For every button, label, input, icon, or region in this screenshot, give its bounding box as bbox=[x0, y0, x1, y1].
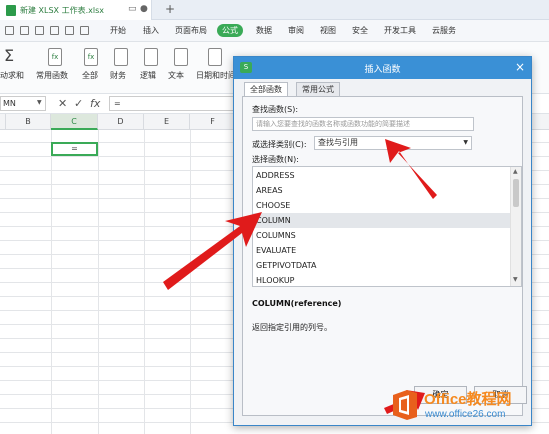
finance-icon[interactable] bbox=[114, 48, 128, 66]
spreadsheet-icon bbox=[6, 4, 16, 16]
text-icon[interactable] bbox=[174, 48, 188, 66]
all-functions-icon[interactable]: fx bbox=[84, 48, 98, 66]
list-item[interactable]: AREAS bbox=[253, 183, 511, 198]
list-item-selected[interactable]: COLUMN bbox=[253, 213, 511, 228]
name-box-value: MN bbox=[3, 99, 16, 108]
active-cell-c[interactable]: = bbox=[51, 142, 98, 156]
datetime-icon[interactable] bbox=[208, 48, 222, 66]
tab-all-functions[interactable]: 全部函数 bbox=[244, 82, 288, 97]
column-header-d[interactable]: D bbox=[98, 114, 144, 130]
document-title: 新建 XLSX 工作表.xlsx bbox=[20, 5, 104, 15]
monitor-icon[interactable]: ▭ bbox=[128, 4, 137, 14]
menu-home[interactable]: 开始 bbox=[110, 25, 126, 36]
finance-label[interactable]: 财务 bbox=[110, 70, 126, 81]
list-scrollbar[interactable]: ▲ ▼ bbox=[510, 167, 521, 286]
menu-insert[interactable]: 插入 bbox=[143, 25, 159, 36]
title-bar: 新建 XLSX 工作表.xlsx ▭ ● + bbox=[0, 0, 549, 20]
list-item[interactable]: CHOOSE bbox=[253, 198, 511, 213]
category-select[interactable]: 查找与引用 ▼ bbox=[314, 136, 472, 150]
menu-data[interactable]: 数据 bbox=[256, 25, 272, 36]
autosum-icon[interactable]: Σ bbox=[4, 46, 14, 65]
insert-function-dialog: S 插入函数 × 全部函数 常用公式 查找函数(S): 请输入您要查找的函数名称… bbox=[233, 56, 532, 426]
logic-icon[interactable] bbox=[144, 48, 158, 66]
category-label: 或选择类别(C): bbox=[252, 140, 307, 149]
common-functions-icon[interactable]: fx bbox=[48, 48, 62, 66]
new-tab-button[interactable]: + bbox=[165, 2, 175, 16]
close-icon[interactable]: × bbox=[515, 60, 525, 74]
tab-common-formulas[interactable]: 常用公式 bbox=[296, 82, 340, 97]
search-label: 查找函数(S): bbox=[252, 105, 299, 114]
list-item[interactable]: COLUMNS bbox=[253, 228, 511, 243]
column-header-e[interactable]: E bbox=[144, 114, 190, 130]
autosum-label[interactable]: 动求和 bbox=[0, 70, 24, 81]
function-list[interactable]: ADDRESS AREAS CHOOSE COLUMN COLUMNS EVAL… bbox=[252, 166, 522, 287]
common-functions-label[interactable]: 常用函数 bbox=[36, 70, 68, 81]
column-header-f[interactable]: F bbox=[190, 114, 236, 130]
column-header-c[interactable]: C bbox=[51, 114, 98, 130]
scroll-up-icon[interactable]: ▲ bbox=[513, 168, 518, 175]
dialog-title: 插入函数 bbox=[364, 65, 401, 75]
print-icon[interactable] bbox=[20, 26, 29, 35]
chevron-down-icon: ▼ bbox=[463, 139, 468, 146]
function-description: 返回指定引用的列号。 bbox=[252, 323, 332, 332]
close-tab-icon[interactable]: ● bbox=[140, 4, 148, 14]
save-icon[interactable] bbox=[5, 26, 14, 35]
all-functions-label[interactable]: 全部 bbox=[82, 70, 98, 81]
list-item[interactable]: EVALUATE bbox=[253, 243, 511, 258]
menu-view[interactable]: 视图 bbox=[320, 25, 336, 36]
list-item[interactable]: GETPIVOTDATA bbox=[253, 258, 511, 273]
datetime-label[interactable]: 日期和时间 bbox=[196, 70, 236, 81]
menu-review[interactable]: 审阅 bbox=[288, 25, 304, 36]
menu-developer[interactable]: 开发工具 bbox=[384, 25, 416, 36]
chevron-down-icon[interactable]: ▼ bbox=[37, 99, 42, 106]
column-header-b[interactable]: B bbox=[6, 114, 51, 130]
copy-icon[interactable] bbox=[50, 26, 59, 35]
list-item[interactable]: HLOOKUP bbox=[253, 273, 511, 286]
text-label[interactable]: 文本 bbox=[168, 70, 184, 81]
undo-icon[interactable] bbox=[65, 26, 74, 35]
logic-label[interactable]: 逻辑 bbox=[140, 70, 156, 81]
menu-security[interactable]: 安全 bbox=[352, 25, 368, 36]
formula-input[interactable]: = bbox=[109, 96, 239, 111]
redo-icon[interactable] bbox=[80, 26, 89, 35]
menu-bar: 开始 插入 页面布局 公式 数据 审阅 视图 安全 开发工具 云服务 bbox=[0, 20, 549, 42]
watermark-brand: Office教程网 bbox=[424, 391, 512, 408]
list-item[interactable]: ADDRESS bbox=[253, 168, 511, 183]
confirm-icon[interactable]: ✓ bbox=[74, 97, 83, 110]
dialog-title-bar[interactable]: S 插入函数 × bbox=[234, 57, 531, 79]
function-list-label: 选择函数(N): bbox=[252, 155, 299, 164]
menu-page-layout[interactable]: 页面布局 bbox=[175, 25, 207, 36]
cancel-icon[interactable]: ✕ bbox=[58, 97, 67, 110]
menu-cloud[interactable]: 云服务 bbox=[432, 25, 456, 36]
function-signature: COLUMN(reference) bbox=[252, 299, 342, 308]
preview-icon[interactable] bbox=[35, 26, 44, 35]
watermark-url: www.office26.com bbox=[425, 409, 506, 420]
office-logo-icon bbox=[393, 390, 417, 420]
scroll-down-icon[interactable]: ▼ bbox=[513, 276, 518, 283]
menu-formulas[interactable]: 公式 bbox=[217, 24, 243, 37]
scroll-thumb[interactable] bbox=[513, 179, 519, 207]
insert-function-icon[interactable]: fx bbox=[90, 97, 100, 110]
category-value: 查找与引用 bbox=[318, 138, 358, 147]
dialog-panel: 查找函数(S): 请输入您要查找的函数名称或函数功能的简要描述 或选择类别(C)… bbox=[242, 96, 523, 416]
function-search-input[interactable]: 请输入您要查找的函数名称或函数功能的简要描述 bbox=[252, 117, 474, 131]
